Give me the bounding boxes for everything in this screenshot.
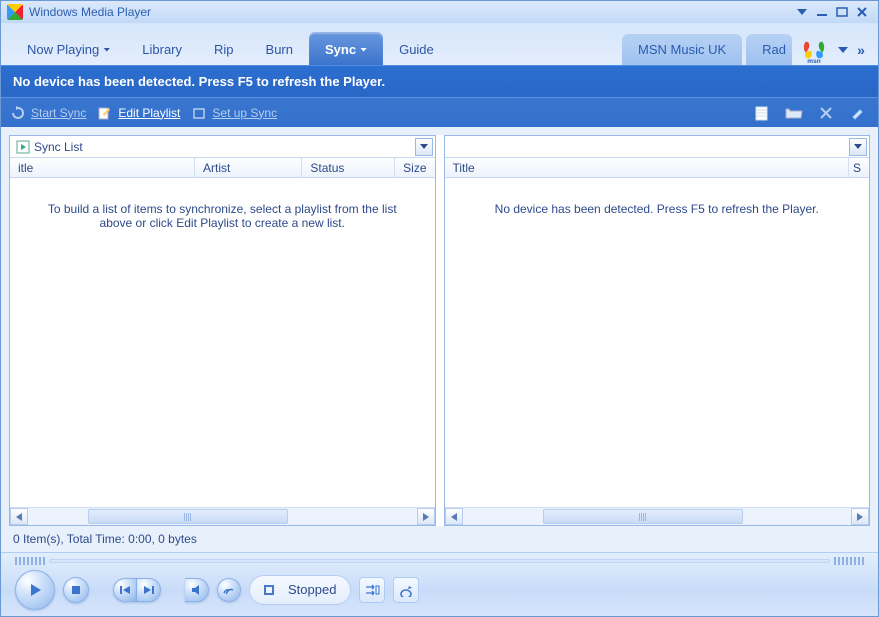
tab-burn[interactable]: Burn (250, 32, 309, 65)
fullscreen-button[interactable] (393, 577, 419, 603)
seek-markers-left (15, 557, 45, 565)
info-message-bar: No device has been detected. Press F5 to… (1, 65, 878, 97)
msn-butterfly-icon: msn (800, 36, 828, 64)
edit-icon (98, 106, 112, 120)
previous-button[interactable] (113, 578, 137, 602)
scroll-track[interactable] (28, 508, 417, 525)
right-scrollbar[interactable] (445, 507, 870, 525)
chevron-down-button[interactable] (836, 41, 850, 59)
mute-button[interactable] (185, 578, 209, 602)
next-button[interactable] (137, 578, 161, 602)
seek-track[interactable] (49, 559, 830, 563)
app-logo-icon (7, 4, 23, 20)
device-pane: Title S No device has been detected. Pre… (444, 135, 871, 526)
scroll-left-button[interactable] (10, 508, 28, 525)
col-artist[interactable]: Artist (195, 158, 302, 177)
scroll-right-button[interactable] (417, 508, 435, 525)
col-title[interactable]: itle (10, 158, 195, 177)
device-dropdown[interactable] (445, 136, 870, 158)
dropdown-toggle[interactable] (415, 138, 433, 156)
overflow-button[interactable]: » (854, 41, 868, 59)
tab-now-playing[interactable]: Now Playing (11, 32, 126, 65)
tab-rip[interactable]: Rip (198, 32, 250, 65)
scroll-left-button[interactable] (445, 508, 463, 525)
col-status[interactable]: Status (302, 158, 395, 177)
tab-sync[interactable]: Sync (309, 32, 383, 65)
player-controls: Stopped (1, 552, 878, 616)
stop-button[interactable] (63, 577, 89, 603)
playback-status: Stopped (249, 575, 351, 605)
minimize-button[interactable] (812, 4, 832, 20)
chevron-down-icon (103, 48, 110, 52)
settings-icon (192, 106, 206, 120)
start-sync-button[interactable]: Start Sync (11, 106, 86, 120)
seek-markers-right (834, 557, 864, 565)
scroll-thumb[interactable] (88, 509, 288, 524)
sync-list-pane: Sync List itle Artist Status Size To bui… (9, 135, 436, 526)
app-window: Windows Media Player Now Playing Library… (0, 0, 879, 617)
volume-group (185, 578, 209, 602)
tab-library[interactable]: Library (126, 32, 198, 65)
close-button[interactable] (852, 4, 872, 20)
chevron-down-icon (360, 48, 367, 52)
scroll-thumb[interactable] (543, 509, 743, 524)
window-title: Windows Media Player (29, 5, 151, 19)
tab-radio[interactable]: Rad (746, 34, 792, 65)
maximize-button[interactable] (832, 4, 852, 20)
scroll-right-button[interactable] (851, 508, 869, 525)
tab-label: Now Playing (27, 42, 99, 57)
left-pane-message: To build a list of items to synchronize,… (10, 178, 435, 507)
titlebar: Windows Media Player (1, 1, 878, 23)
prev-next-group (113, 578, 161, 602)
edit-playlist-button[interactable]: Edit Playlist (98, 106, 180, 120)
status-line: 0 Item(s), Total Time: 0:00, 0 bytes (1, 526, 878, 552)
col-title[interactable]: Title (445, 158, 850, 177)
right-column-headers: Title S (445, 158, 870, 178)
left-column-headers: itle Artist Status Size (10, 158, 435, 178)
tab-guide[interactable]: Guide (383, 32, 450, 65)
caret-down-icon[interactable] (792, 4, 812, 20)
sync-toolbar: Start Sync Edit Playlist Set up Sync (1, 97, 878, 127)
stopped-icon (264, 585, 274, 595)
right-pane-message: No device has been detected. Press F5 to… (445, 178, 870, 507)
left-scrollbar[interactable] (10, 507, 435, 525)
shuffle-button[interactable] (359, 577, 385, 603)
dropdown-toggle[interactable] (849, 138, 867, 156)
status-text: Stopped (288, 582, 336, 597)
svg-text:msn: msn (807, 58, 820, 64)
volume-slider[interactable] (217, 578, 241, 602)
sync-list-dropdown[interactable]: Sync List (10, 136, 435, 158)
col-size[interactable]: Size (395, 158, 434, 177)
properties-icon[interactable] (848, 104, 868, 122)
setup-sync-button[interactable]: Set up Sync (192, 106, 277, 120)
tab-msn-music[interactable]: MSN Music UK (622, 34, 742, 65)
scroll-track[interactable] (463, 508, 852, 525)
open-folder-icon[interactable] (784, 104, 804, 122)
col-size[interactable]: S (849, 158, 869, 177)
main-tabs: Now Playing Library Rip Burn Sync Guide … (1, 23, 878, 65)
play-button[interactable] (15, 570, 55, 610)
playlist-icon (16, 140, 30, 154)
sync-icon (11, 106, 25, 120)
new-list-icon[interactable] (752, 104, 772, 122)
delete-icon[interactable] (816, 104, 836, 122)
seek-bar[interactable] (15, 557, 864, 565)
sync-workspace: Sync List itle Artist Status Size To bui… (9, 135, 870, 526)
